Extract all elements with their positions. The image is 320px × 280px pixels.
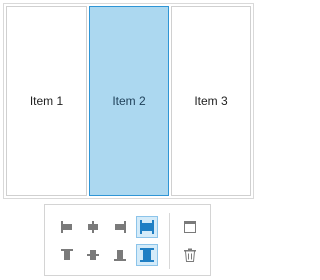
stack-item-2[interactable]: Item 2 xyxy=(89,6,169,196)
stack-panel: Item 1 Item 2 Item 3 xyxy=(3,3,254,199)
stretch-horizontal-icon xyxy=(140,220,154,234)
align-left-icon xyxy=(61,221,72,233)
stack-item-label: Item 2 xyxy=(112,94,146,108)
stack-item-label: Item 3 xyxy=(194,94,228,108)
align-top-button[interactable] xyxy=(56,244,78,266)
align-horizontal-center-icon xyxy=(88,221,98,233)
align-left-button[interactable] xyxy=(56,216,78,238)
stretch-vertical-button[interactable] xyxy=(136,244,158,266)
align-bottom-button[interactable] xyxy=(109,244,131,266)
window-button[interactable] xyxy=(179,216,201,238)
stretch-vertical-icon xyxy=(140,248,154,262)
delete-button[interactable] xyxy=(179,244,201,266)
window-icon xyxy=(184,221,196,233)
stack-item-1[interactable]: Item 1 xyxy=(6,6,87,196)
stretch-horizontal-button[interactable] xyxy=(136,216,158,238)
stack-item-3[interactable]: Item 3 xyxy=(171,6,251,196)
stack-item-label: Item 1 xyxy=(29,94,64,108)
align-top-icon xyxy=(61,249,73,260)
trash-icon xyxy=(184,248,196,262)
align-horizontal-center-button[interactable] xyxy=(82,216,104,238)
align-right-button[interactable] xyxy=(109,216,131,238)
toolbar-divider xyxy=(169,213,170,269)
align-right-icon xyxy=(115,221,126,233)
align-bottom-icon xyxy=(114,250,126,261)
alignment-toolbar xyxy=(44,204,211,276)
align-vertical-center-button[interactable] xyxy=(82,244,104,266)
align-vertical-center-icon xyxy=(87,250,99,260)
